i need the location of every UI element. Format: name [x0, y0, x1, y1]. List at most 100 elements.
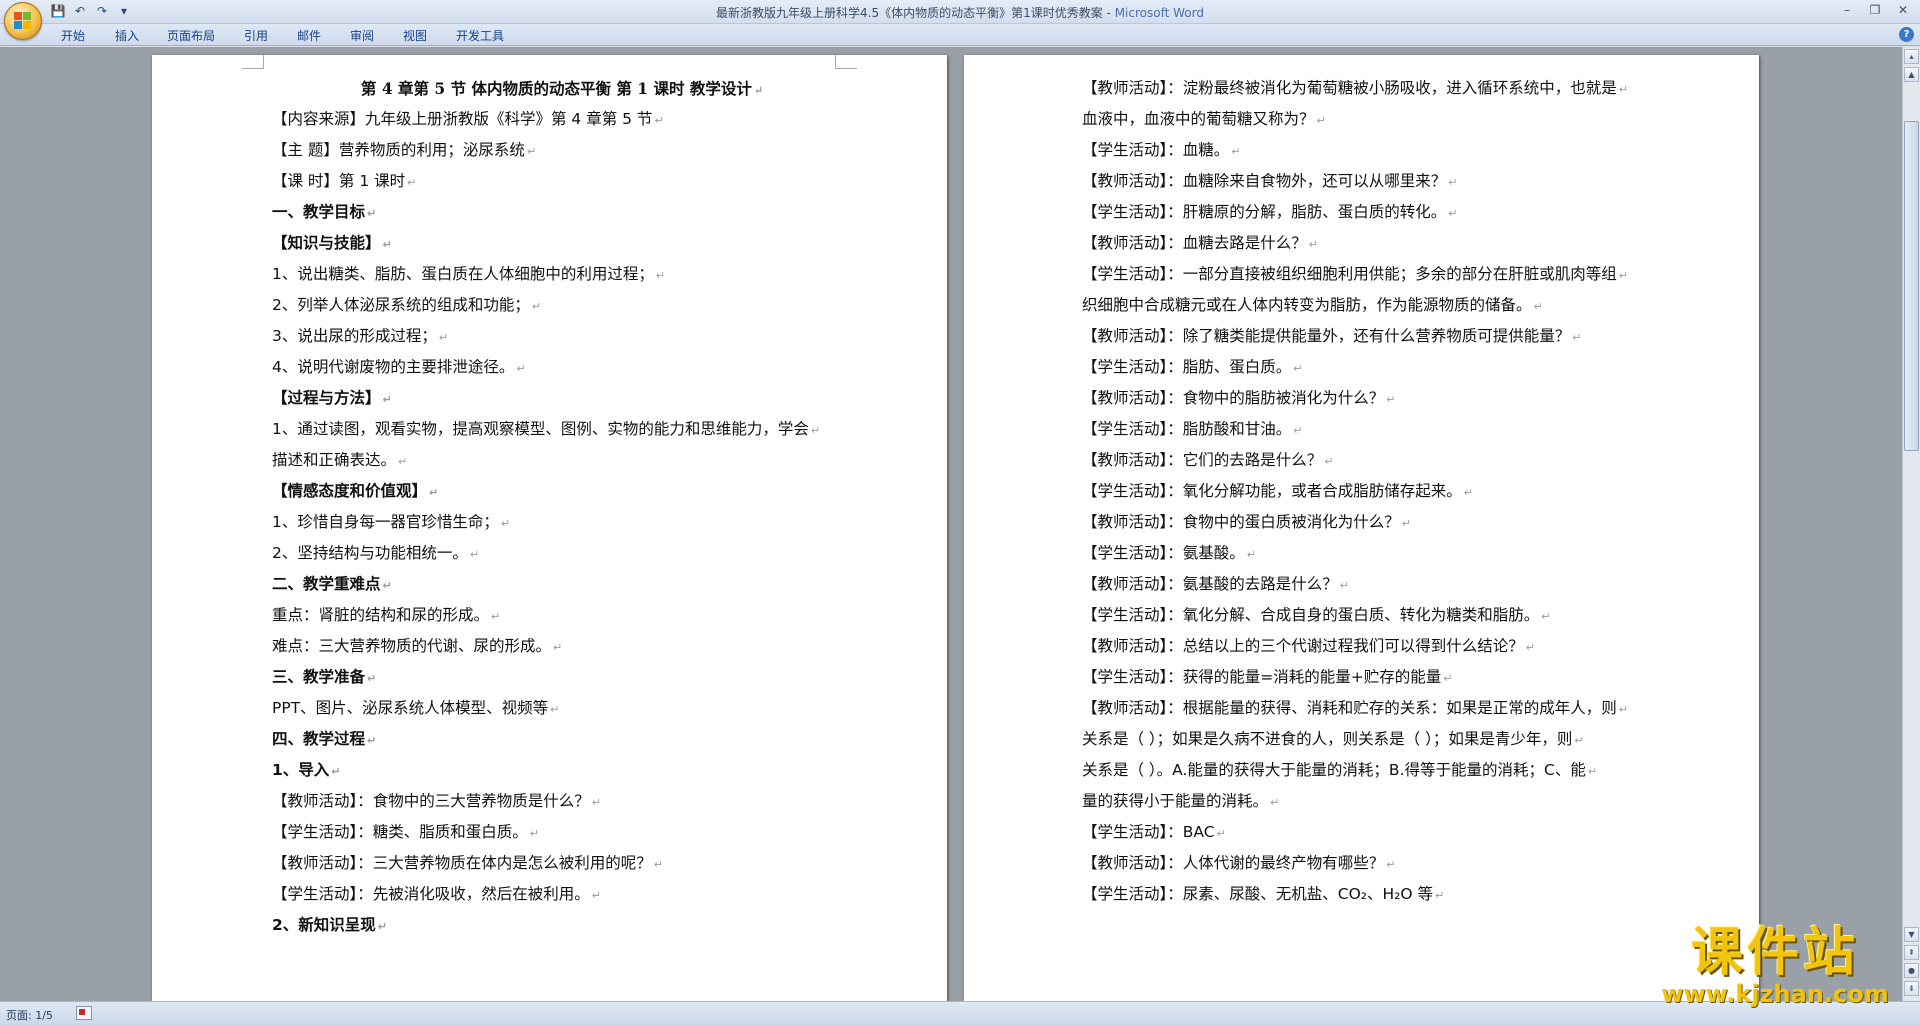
paragraph-mark: ↵ [1448, 207, 1458, 220]
document-title-text: 第 4 章第 5 节 体内物质的动态平衡 第 1 课时 教学设计 [360, 79, 752, 98]
paragraph-text: 关系是（ ）；如果是久病不进食的人，则关系是（ ）；如果是青少年，则 [1082, 730, 1573, 748]
scroll-thumb[interactable] [1904, 121, 1919, 451]
paragraph-mark: ↵ [1308, 238, 1318, 251]
paragraph-line: 【知识与技能】 ↵ [272, 228, 852, 259]
paragraph-text: 4、说明代谢废物的主要排泄途径。 [272, 358, 515, 376]
scroll-up-icon[interactable]: ▲ [1904, 67, 1919, 82]
document-page-2[interactable]: 【教师活动】：淀粉最终被消化为葡萄糖被小肠吸收，进入循环系统中，也就是 ↵ 血液中，… [964, 55, 1759, 1001]
paragraph-mark: ↵ [1574, 734, 1584, 747]
paragraph-mark: ↵ [1618, 703, 1628, 716]
office-button[interactable] [4, 2, 42, 40]
previous-page-icon[interactable]: ⇞ [1904, 945, 1919, 960]
paragraph-text: 二、教学重难点 [272, 575, 381, 593]
paragraph-text: 量的获得小于能量的消耗。 [1082, 792, 1269, 810]
paragraph-text: 2、列举人体泌尿系统的组成和功能； [272, 296, 530, 314]
paragraph-mark: ↵ [438, 331, 449, 344]
paragraph-mark: ↵ [491, 610, 501, 623]
paragraph-mark: ↵ [1618, 83, 1628, 96]
paragraph-mark: ↵ [1587, 765, 1598, 778]
paragraph-text: 【教师活动】：根据能量的获得、消耗和贮存的关系：如果是正常的成年人，则 [1082, 699, 1617, 717]
tab-insert[interactable]: 插入 [115, 27, 139, 44]
paragraph-mark: ↵ [367, 207, 377, 220]
proofing-status-icon[interactable] [76, 1006, 92, 1020]
paragraph-line: 2、坚持结构与功能相统一。 ↵ [272, 538, 852, 569]
paragraph-line: 【学生活动】：血糖。 ↵ [1082, 135, 1662, 166]
paragraph-mark: ↵ [1572, 331, 1582, 344]
browse-object-icon[interactable]: ● [1904, 963, 1919, 978]
paragraph-line: 三、教学准备 ↵ [272, 662, 852, 693]
paragraph-mark: ↵ [469, 548, 480, 561]
tab-view[interactable]: 视图 [403, 27, 427, 44]
page-count[interactable]: 页面: 1/5 [6, 1007, 53, 1023]
paragraph-mark: ↵ [591, 889, 601, 902]
paragraph-mark: ↵ [1386, 393, 1396, 406]
paragraph-line: 【学生活动】：脂肪酸和甘油。 ↵ [1082, 414, 1662, 445]
paragraph-text: 【教师活动】：它们的去路是什么？ [1082, 451, 1323, 469]
paragraph-line: 【学生活动】：获得的能量=消耗的能量+贮存的能量 ↵ [1082, 662, 1662, 693]
paragraph-mark: ↵ [1463, 486, 1473, 499]
paragraph-line: PPT、图片、泌尿系统人体模型、视频等 ↵ [272, 693, 852, 724]
paragraph-mark: ↵ [1434, 889, 1445, 902]
paragraph-mark: ↵ [1339, 579, 1349, 592]
minimize-icon[interactable]: – [1834, 1, 1860, 19]
tab-page-layout[interactable]: 页面布局 [167, 27, 215, 44]
paragraph-text: 1、说出糖类、脂肪、蛋白质在人体细胞中的利用过程； [272, 265, 654, 283]
paragraph-mark: ↵ [526, 145, 537, 158]
paragraph-line: 【教师活动】：除了糖类能提供能量外，还有什么营养物质可提供能量？ ↵ [1082, 321, 1662, 352]
paragraph-mark: ↵ [529, 827, 539, 840]
tab-references[interactable]: 引用 [244, 27, 268, 44]
app-name: Microsoft Word [1114, 6, 1204, 20]
paragraph-mark: ↵ [1443, 672, 1453, 685]
paragraph-text: 血液中，血液中的葡萄糖又称为？ [1082, 110, 1315, 128]
paragraph-line: 【情感态度和价值观】 ↵ [272, 476, 852, 507]
paragraph-text: 织细胞中合成糖元或在人体内转变为脂肪，作为能源物质的储备。 [1082, 296, 1532, 314]
document-workspace[interactable]: 第 4 章第 5 节 体内物质的动态平衡 第 1 课时 教学设计 ↵ 【内容来源】… [0, 47, 1902, 1001]
paragraph-line: 【学生活动】：氧化分解功能，或者合成脂肪储存起来。 ↵ [1082, 476, 1662, 507]
maximize-icon[interactable]: ❐ [1862, 1, 1888, 19]
paragraph-line: 织细胞中合成糖元或在人体内转变为脂肪，作为能源物质的储备。 ↵ [1082, 290, 1662, 321]
tab-mailings[interactable]: 邮件 [297, 27, 321, 44]
tab-home[interactable]: 开始 [61, 27, 85, 44]
help-icon[interactable]: ? [1899, 27, 1914, 42]
paragraph-mark: ↵ [429, 486, 439, 499]
paragraph-line: 二、教学重难点 ↵ [272, 569, 852, 600]
paragraph-line: 【教师活动】：食物中的蛋白质被消化为什么？ ↵ [1082, 507, 1662, 538]
close-icon[interactable]: ✕ [1890, 1, 1916, 19]
paragraph-line: 一、教学目标 ↵ [272, 197, 852, 228]
paragraph-line: 1、通过读图，观看实物，提高观察模型、图例、实物的能力和思维能力，学会 ↵ [272, 414, 852, 445]
paragraph-mark: ↵ [377, 920, 388, 933]
paragraph-text: 【教师活动】：除了糖类能提供能量外，还有什么营养物质可提供能量？ [1082, 327, 1571, 345]
paragraph-text: 1、通过读图，观看实物，提高观察模型、图例、实物的能力和思维能力，学会 [272, 420, 809, 438]
paragraph-line: 重点：肾脏的结构和尿的形成。 ↵ [272, 600, 852, 631]
paragraph-line: 【教师活动】：淀粉最终被消化为葡萄糖被小肠吸收，进入循环系统中，也就是 ↵ [1082, 73, 1662, 104]
paragraph-line: 【学生活动】：脂肪、蛋白质。 ↵ [1082, 352, 1662, 383]
paragraph-text: 【课 时】第 1 课时 [272, 172, 406, 190]
paragraph-mark: ↵ [1525, 641, 1535, 654]
paragraph-mark: ↵ [516, 362, 526, 375]
page-2-text[interactable]: 【教师活动】：淀粉最终被消化为葡萄糖被小肠吸收，进入循环系统中，也就是 ↵ 血液中，… [1082, 73, 1662, 910]
paragraph-mark: ↵ [1448, 176, 1458, 189]
vertical-scrollbar[interactable]: ▴ ▲ ▼ ⇞ ● ⇟ [1902, 47, 1920, 1001]
paragraph-text: 【知识与技能】 [272, 234, 381, 252]
document-page-1[interactable]: 第 4 章第 5 节 体内物质的动态平衡 第 1 课时 教学设计 ↵ 【内容来源】… [152, 55, 947, 1001]
next-page-icon[interactable]: ⇟ [1904, 981, 1919, 996]
paragraph-line: 【内容来源】九年级上册浙教版《科学》第 4 章第 5 节 ↵ [272, 104, 852, 135]
paragraph-line: 1、导入 ↵ [272, 755, 852, 786]
paragraph-text: 【教师活动】：总结以上的三个代谢过程我们可以得到什么结论？ [1082, 637, 1524, 655]
paragraph-text: 【学生活动】：氨基酸。 [1082, 544, 1245, 562]
paragraph-mark: ↵ [1401, 517, 1411, 530]
paragraph-text: 2、新知识呈现 [272, 916, 376, 934]
tab-developer[interactable]: 开发工具 [456, 27, 504, 44]
status-bar: 页面: 1/5 [0, 1001, 1920, 1025]
scroll-down-icon[interactable]: ▼ [1904, 927, 1919, 942]
paragraph-line: 【课 时】第 1 课时 ↵ [272, 166, 852, 197]
paragraph-mark: ↵ [1293, 362, 1303, 375]
paragraph-text: 【教师活动】：食物中的脂肪被消化为什么？ [1082, 389, 1385, 407]
paragraph-mark: ↵ [382, 238, 392, 251]
paragraph-line: 【主 题】营养物质的利用；泌尿系统 ↵ [272, 135, 852, 166]
paragraph-text: 【主 题】营养物质的利用；泌尿系统 [272, 141, 525, 159]
paragraph-text: 【学生活动】：获得的能量=消耗的能量+贮存的能量 [1082, 668, 1442, 686]
tab-review[interactable]: 审阅 [350, 27, 374, 44]
ruler-toggle-icon[interactable]: ▴ [1904, 49, 1919, 64]
page-1-text[interactable]: 第 4 章第 5 节 体内物质的动态平衡 第 1 课时 教学设计 ↵ 【内容来源】… [272, 73, 852, 941]
